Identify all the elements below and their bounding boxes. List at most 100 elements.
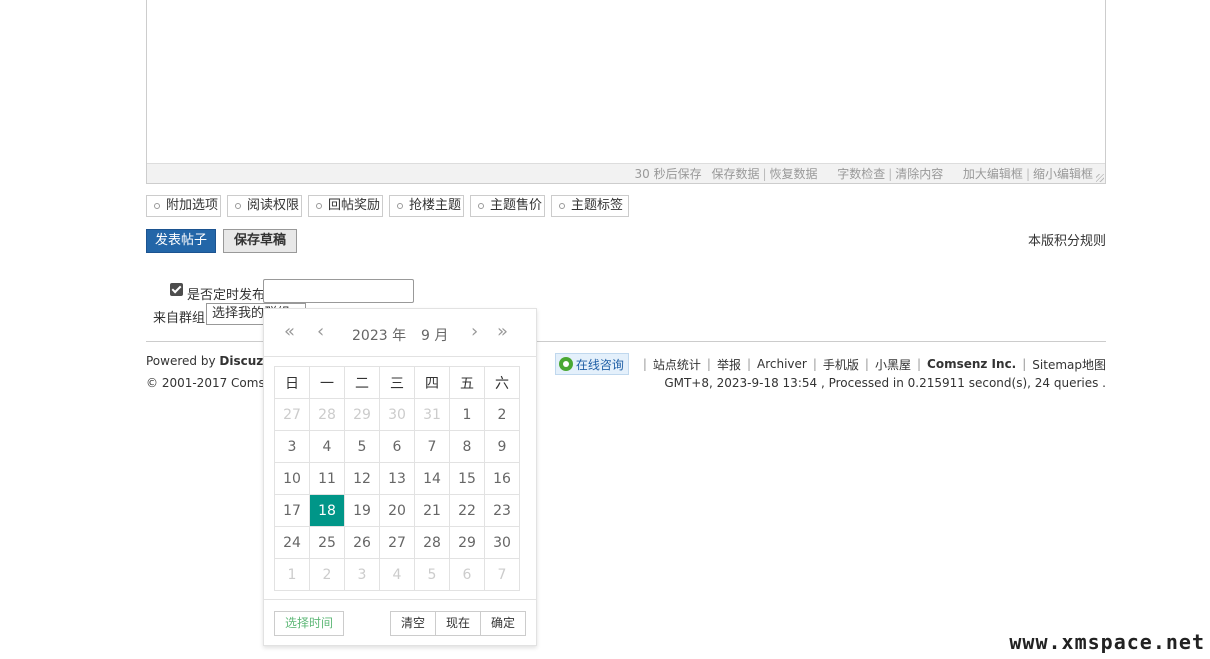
online-consult-button[interactable]: 在线咨询	[554, 353, 629, 375]
calendar-day[interactable]: 22	[449, 494, 485, 527]
calendar-day[interactable]: 29	[344, 398, 380, 431]
weekday-header: 四	[414, 366, 450, 399]
copyright: © 2001-2017 Comsen	[146, 376, 280, 390]
credit-rules-link[interactable]: 本版积分规则	[1028, 230, 1106, 249]
footer-link-stats[interactable]: 站点统计	[653, 356, 701, 373]
calendar-day[interactable]: 24	[274, 526, 310, 559]
circle-icon	[478, 203, 484, 209]
calendar-day[interactable]: 19	[344, 494, 380, 527]
calendar-day[interactable]: 1	[274, 558, 310, 591]
timed-post-label: 是否定时发布	[187, 288, 266, 303]
prev-month-icon[interactable]: ‹	[317, 322, 324, 342]
calendar-day[interactable]: 7	[484, 558, 520, 591]
post-thread-button[interactable]: 发表帖子	[146, 229, 216, 253]
calendar-day[interactable]: 30	[484, 526, 520, 559]
discuz-link[interactable]: Discuz!	[219, 354, 268, 368]
circle-icon	[397, 203, 403, 209]
confirm-button[interactable]: 确定	[480, 611, 526, 636]
calendar-day[interactable]: 23	[484, 494, 520, 527]
calendar-day[interactable]: 8	[449, 430, 485, 463]
calendar-day[interactable]: 27	[379, 526, 415, 559]
date-picker-footer: 选择时间 清空 现在 确定	[264, 599, 536, 645]
calendar-day[interactable]: 6	[449, 558, 485, 591]
restore-data-link[interactable]: 恢复数据	[770, 167, 818, 181]
footer-link-report[interactable]: 举报	[717, 356, 741, 373]
weekday-header: 二	[344, 366, 380, 399]
calendar-day[interactable]: 26	[344, 526, 380, 559]
calendar-day[interactable]: 2	[484, 398, 520, 431]
footer-links: 在线咨询 | 站点统计 | 举报 | Archiver | 手机版 | 小黑屋 | Coms…	[554, 353, 1106, 375]
calendar-day[interactable]: 3	[274, 430, 310, 463]
circle-icon	[154, 203, 160, 209]
next-year-icon[interactable]: »	[497, 322, 508, 342]
calendar-day[interactable]: 6	[379, 430, 415, 463]
calendar-day[interactable]: 12	[344, 462, 380, 495]
enlarge-editor-link[interactable]: 加大编辑框	[963, 167, 1023, 181]
timed-post-checkbox[interactable]	[170, 283, 183, 296]
month-selector[interactable]: 9 月	[421, 325, 448, 345]
calendar-day[interactable]: 31	[414, 398, 450, 431]
calendar-day[interactable]: 16	[484, 462, 520, 495]
option-floor-thread[interactable]: 抢楼主题	[389, 195, 464, 217]
select-time-button[interactable]: 选择时间	[274, 611, 345, 636]
calendar-day[interactable]: 4	[309, 430, 345, 463]
editor-textarea[interactable]: 30 秒后保存 保存数据 | 恢复数据 字数检查 | 清除内容 加大编辑框 | 缩小编辑框	[146, 0, 1106, 184]
calendar-day[interactable]: 30	[379, 398, 415, 431]
weekday-header: 五	[449, 366, 485, 399]
shrink-editor-link[interactable]: 缩小编辑框	[1033, 167, 1093, 181]
calendar-day-selected[interactable]: 18	[309, 494, 345, 527]
circle-icon	[316, 203, 322, 209]
clear-content-link[interactable]: 清除内容	[895, 167, 943, 181]
weekday-header: 三	[379, 366, 415, 399]
editor-status-bar: 30 秒后保存 保存数据 | 恢复数据 字数检查 | 清除内容 加大编辑框 | 缩小编辑框	[147, 163, 1105, 183]
calendar-day[interactable]: 15	[449, 462, 485, 495]
date-picker-header: « ‹ 2023 年 9 月 › »	[264, 309, 536, 357]
resize-grip-icon[interactable]	[1096, 174, 1104, 182]
calendar-day[interactable]: 20	[379, 494, 415, 527]
calendar-day[interactable]: 25	[309, 526, 345, 559]
calendar-day[interactable]: 21	[414, 494, 450, 527]
calendar-day[interactable]: 29	[449, 526, 485, 559]
calendar-day[interactable]: 7	[414, 430, 450, 463]
calendar-day[interactable]: 3	[344, 558, 380, 591]
footer-link-company[interactable]: Comsenz Inc.	[927, 357, 1016, 371]
footer-link-sitemap[interactable]: Sitemap地图	[1032, 356, 1106, 373]
timed-post-datetime-input[interactable]	[263, 279, 414, 303]
calendar-grid: 日一二三四五六 27 28 29 30 31 1 2 3 4 5 6 7 8 9 10 11 12 13 14 15 1…	[274, 366, 520, 591]
calendar-day[interactable]: 14	[414, 462, 450, 495]
calendar-day[interactable]: 9	[484, 430, 520, 463]
option-thread-tags[interactable]: 主题标签	[551, 195, 629, 217]
option-thread-price[interactable]: 主题售价	[470, 195, 545, 217]
save-draft-button[interactable]: 保存草稿	[223, 229, 297, 253]
calendar-day[interactable]: 5	[344, 430, 380, 463]
save-data-link[interactable]: 保存数据	[711, 167, 759, 181]
calendar-day[interactable]: 28	[414, 526, 450, 559]
footer-link-mobile[interactable]: 手机版	[823, 356, 859, 373]
option-extra[interactable]: 附加选项	[146, 195, 221, 217]
calendar-day[interactable]: 5	[414, 558, 450, 591]
calendar-day[interactable]: 11	[309, 462, 345, 495]
option-read-permission[interactable]: 阅读权限	[227, 195, 302, 217]
calendar-day[interactable]: 1	[449, 398, 485, 431]
calendar-day[interactable]: 27	[274, 398, 310, 431]
weekday-header: 日	[274, 366, 310, 399]
word-check-link[interactable]: 字数检查	[837, 167, 885, 181]
calendar-day[interactable]: 13	[379, 462, 415, 495]
prev-year-icon[interactable]: «	[284, 322, 295, 342]
footer-link-archiver[interactable]: Archiver	[757, 357, 807, 371]
circle-icon	[559, 203, 565, 209]
calendar-day[interactable]: 28	[309, 398, 345, 431]
calendar-day[interactable]: 2	[309, 558, 345, 591]
calendar-day[interactable]: 10	[274, 462, 310, 495]
autosave-countdown: 30 秒后保存	[634, 167, 702, 181]
year-selector[interactable]: 2023 年	[352, 325, 406, 345]
calendar-day[interactable]: 17	[274, 494, 310, 527]
now-button[interactable]: 现在	[435, 611, 481, 636]
footer-link-blacklist[interactable]: 小黑屋	[875, 356, 911, 373]
weekday-header: 一	[309, 366, 345, 399]
calendar-day[interactable]: 4	[379, 558, 415, 591]
option-reply-reward[interactable]: 回帖奖励	[308, 195, 383, 217]
date-picker: « ‹ 2023 年 9 月 › » 日一二三四五六 27 28 29 30 31 1 2 3…	[263, 308, 537, 646]
next-month-icon[interactable]: ›	[471, 322, 478, 342]
clear-button[interactable]: 清空	[390, 611, 436, 636]
